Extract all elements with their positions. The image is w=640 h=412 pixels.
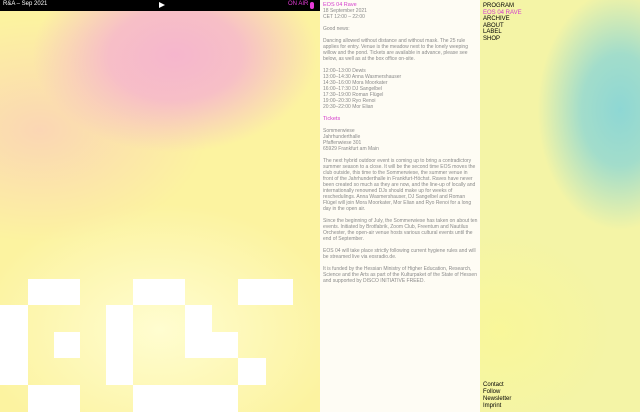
article-paragraph: Since the beginning of July, the Sommerw… — [323, 218, 478, 242]
article-paragraph: The next hybrid outdoor event is coming … — [323, 158, 476, 212]
schedule-list: 12:00–13:00 Dewis 13:00–14:30 Anna Wasme… — [323, 68, 478, 110]
article-column[interactable]: EOS 04 Rave 18 September 2021 CET 12:00 … — [320, 0, 480, 412]
footer-navigation: Contact Follow Newsletter Imprint — [483, 382, 511, 410]
article-paragraph: It is funded by the Hessian Ministry of … — [323, 266, 477, 284]
play-icon[interactable] — [159, 2, 165, 8]
on-air-label: ON AIR — [288, 1, 309, 7]
hero-gradient: R&A – Sep 2021 ON AIR — [0, 0, 320, 412]
microphone-icon[interactable] — [310, 2, 314, 9]
player-title: R&A – Sep 2021 — [3, 1, 48, 7]
address-line: 65929 Frankfurt am Main — [323, 146, 379, 152]
radio-player-bar: R&A – Sep 2021 ON AIR — [0, 0, 320, 11]
tickets-link[interactable]: Tickets — [323, 116, 478, 122]
main-navigation: PROGRAM EOS 04 RAVE ARCHIVE ABOUT LABEL … — [480, 0, 640, 412]
article-time: CET 12:00 – 22:00 — [323, 14, 365, 20]
schedule-item: 20:30–22:00 Mor Elian — [323, 104, 374, 110]
footer-link-imprint[interactable]: Imprint — [483, 403, 511, 410]
article-paragraph: Dancing allowed without distance and wit… — [323, 38, 468, 62]
article-paragraph: EOS 04 will take place strictly followin… — [323, 248, 476, 260]
nav-item-shop[interactable]: SHOP — [483, 36, 640, 43]
footer-link-follow[interactable]: Follow — [483, 389, 511, 396]
article-intro: Good news: — [323, 26, 350, 32]
venue-address: Sommerwiese Jahrhunderthalle Pfaffenwies… — [323, 128, 478, 152]
footer-link-newsletter[interactable]: Newsletter — [483, 396, 511, 403]
footer-link-contact[interactable]: Contact — [483, 382, 511, 389]
